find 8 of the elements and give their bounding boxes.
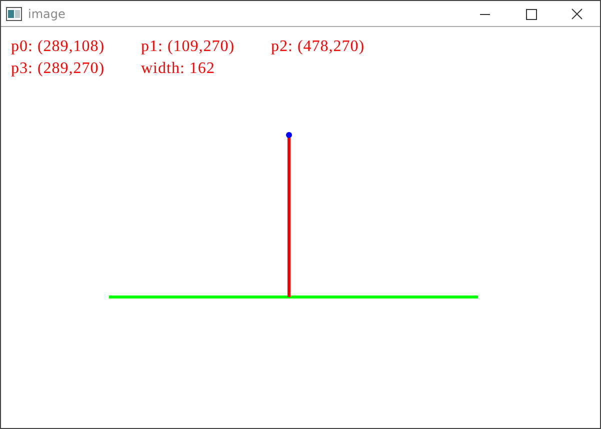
point-marker [286,132,292,138]
coordinate-label: width: 162 [141,59,216,79]
coordinate-label: p3: (289,270) [11,59,106,79]
coordinate-label: p1: (109,270) [141,37,236,57]
coordinate-label: p0: (289,108) [11,37,106,57]
coordinate-label: p2: (478,270) [271,37,366,57]
window-title: image [28,6,66,20]
app-icon [6,6,22,20]
